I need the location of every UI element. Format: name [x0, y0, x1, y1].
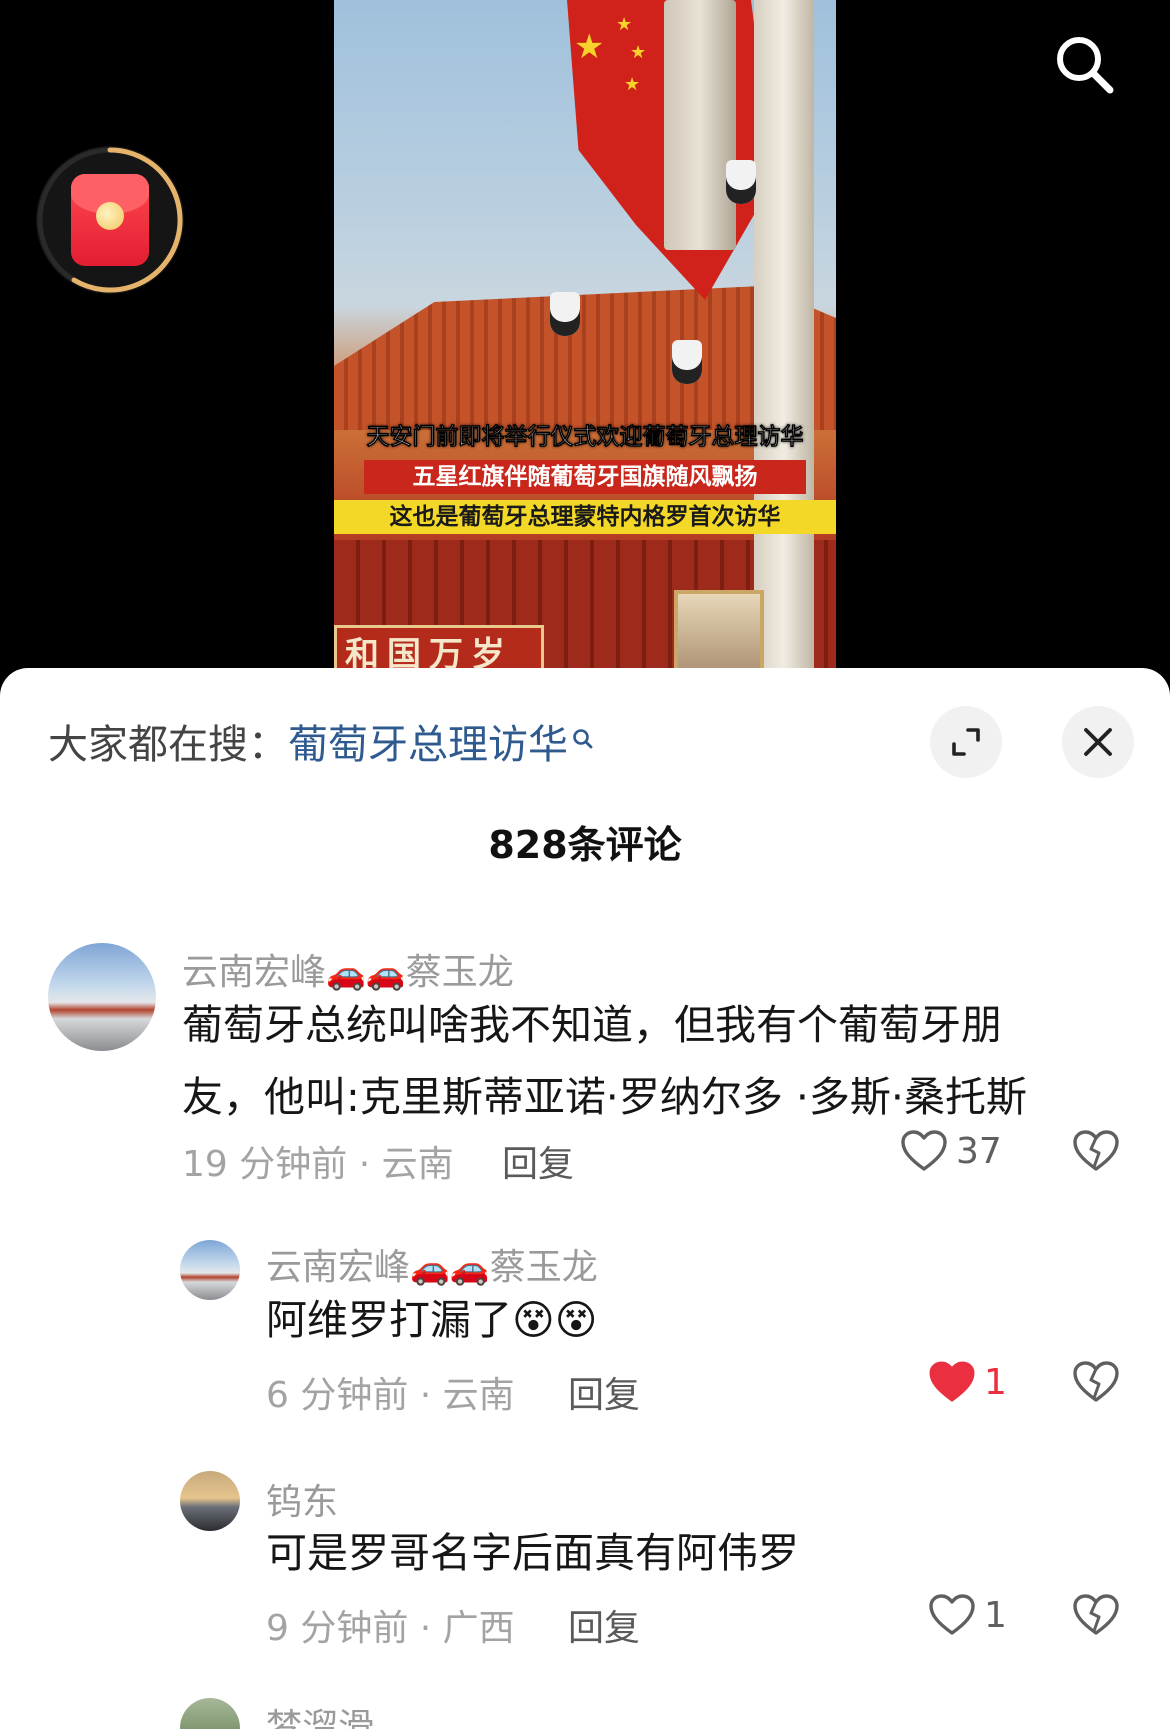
avatar[interactable]	[180, 1240, 240, 1300]
heart-outline-icon	[901, 1130, 947, 1171]
car-emoji-icon: 🚗	[410, 1249, 450, 1287]
red-packet-icon	[71, 174, 149, 266]
comment-text: 阿维罗打漏了😵😵	[266, 1284, 598, 1356]
username-text: 云南宏峰	[266, 1247, 411, 1288]
dislike-button[interactable]	[1072, 1593, 1120, 1641]
dizzy-face-emoji-icon: 😵	[554, 1296, 598, 1344]
video-caption-2: 五星红旗伴随葡萄牙国旗随风飘扬	[364, 460, 806, 494]
broken-heart-icon	[1073, 1594, 1119, 1635]
comment-text-line: 友，他叫:克里斯蒂亚诺·罗纳尔多 ·多斯·桑托斯	[182, 1073, 1027, 1121]
username-text: 云南宏峰	[182, 952, 327, 993]
reply-item: 梦溜滑	[0, 1698, 1170, 1729]
comment-username[interactable]: 梦溜滑	[266, 1698, 374, 1729]
broken-heart-icon	[1073, 1130, 1119, 1171]
comment-count: 828条评论	[488, 823, 682, 867]
like-count: 1	[984, 1594, 1007, 1636]
car-emoji-icon: 🚗	[449, 1249, 490, 1287]
like-count: 1	[984, 1361, 1007, 1403]
comment-text-line: 葡萄牙总统叫啥我不知道，但我有个葡萄牙朋	[182, 1001, 1002, 1049]
comment-text: 葡萄牙总统叫啥我不知道，但我有个葡萄牙朋 友，他叫:克里斯蒂亚诺·罗纳尔多 ·多…	[182, 989, 1142, 1133]
close-icon	[1084, 728, 1112, 756]
like-button[interactable]: 37	[900, 1129, 1002, 1173]
camera-icon	[726, 160, 756, 204]
loudspeaker-tower	[664, 0, 736, 250]
search-icon	[1057, 37, 1114, 94]
reply-item: 云南宏峰🚗🚗蔡玉龙 阿维罗打漏了😵😵 6 分钟前 · 云南 回复 1	[0, 1240, 1170, 1440]
broken-heart-icon	[1073, 1361, 1119, 1402]
dizzy-face-emoji-icon: 😵	[512, 1296, 555, 1344]
comment-panel: 大家都在搜：葡萄牙总理访华 828条评论 云南宏峰🚗🚗蔡玉龙 葡萄牙总统叫啥我不…	[0, 668, 1170, 1729]
flag-star-icon: ★	[616, 14, 633, 35]
like-count: 37	[956, 1130, 1002, 1172]
avatar[interactable]	[180, 1471, 240, 1531]
search-button[interactable]	[1050, 30, 1120, 100]
expand-icon	[952, 728, 980, 756]
flag-star-icon: ★	[624, 74, 641, 95]
red-packet-coin	[96, 202, 124, 230]
avatar[interactable]	[180, 1698, 240, 1729]
comment-username[interactable]: 云南宏峰🚗🚗蔡玉龙	[266, 1238, 598, 1290]
camera-icon	[672, 340, 702, 384]
comment-text: 可是罗哥名字后面真有阿伟罗	[266, 1529, 799, 1577]
reply-button[interactable]: 回复	[568, 1599, 640, 1651]
flag-star-icon: ★	[630, 42, 647, 63]
like-button[interactable]: 1	[928, 1360, 1007, 1404]
lamp-pole	[754, 0, 814, 680]
car-emoji-icon: 🚗	[365, 954, 406, 992]
reply-item: 钨东 可是罗哥名字后面真有阿伟罗 9 分钟前 · 广西 回复 1	[0, 1471, 1170, 1671]
username-suffix: 蔡玉龙	[405, 952, 514, 993]
red-packet-button[interactable]	[36, 146, 184, 294]
close-button[interactable]	[1062, 706, 1134, 778]
dislike-button[interactable]	[1072, 1129, 1120, 1177]
video-player[interactable]: ★ ★ ★ ★ 和国万岁 天安门前即将举行仪式欢迎葡萄牙总理访华 五星红旗伴随葡…	[0, 0, 1170, 680]
video-caption-1: 天安门前即将举行仪式欢迎葡萄牙总理访华	[366, 424, 804, 451]
comment-meta: 19 分钟前 · 云南	[182, 1144, 454, 1185]
camera-icon	[550, 292, 580, 336]
search-small-icon	[572, 716, 594, 762]
trending-prefix: 大家都在搜：	[48, 722, 288, 768]
flag-star-icon: ★	[574, 27, 605, 67]
comment-meta: 9 分钟前 · 广西	[266, 1608, 515, 1649]
like-button[interactable]: 1	[928, 1593, 1007, 1637]
dislike-button[interactable]	[1072, 1360, 1120, 1408]
reply-button[interactable]: 回复	[502, 1135, 574, 1187]
car-emoji-icon: 🚗	[326, 954, 366, 992]
video-frame[interactable]: ★ ★ ★ ★ 和国万岁 天安门前即将举行仪式欢迎葡萄牙总理访华 五星红旗伴随葡…	[334, 0, 836, 680]
video-caption-3: 这也是葡萄牙总理蒙特内格罗首次访华	[334, 500, 836, 534]
portrait	[674, 590, 764, 680]
heart-filled-icon	[929, 1361, 975, 1402]
comment-username[interactable]: 云南宏峰🚗🚗蔡玉龙	[182, 943, 514, 995]
avatar[interactable]	[48, 943, 156, 1051]
expand-button[interactable]	[930, 706, 1002, 778]
comment-item: 云南宏峰🚗🚗蔡玉龙 葡萄牙总统叫啥我不知道，但我有个葡萄牙朋 友，他叫:克里斯蒂…	[0, 943, 1170, 1203]
trending-keyword[interactable]: 葡萄牙总理访华	[288, 722, 568, 768]
username-suffix: 蔡玉龙	[489, 1247, 598, 1288]
trending-search[interactable]: 大家都在搜：葡萄牙总理访华	[48, 712, 594, 770]
reply-button[interactable]: 回复	[568, 1366, 640, 1418]
comment-meta: 6 分钟前 · 云南	[266, 1375, 515, 1416]
heart-outline-icon	[929, 1594, 975, 1635]
comment-text-content: 阿维罗打漏了	[266, 1296, 512, 1344]
